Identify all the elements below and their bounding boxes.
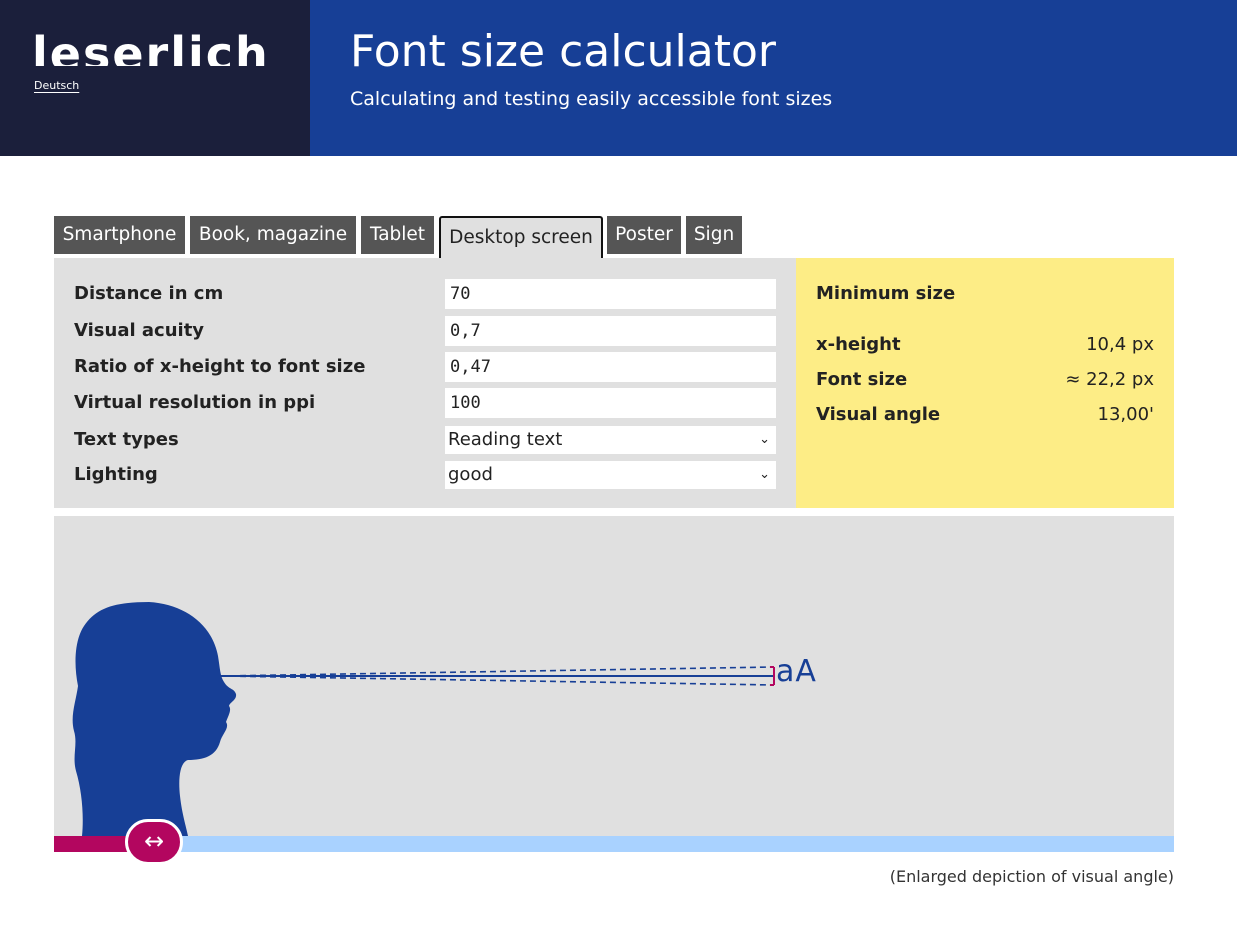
lighting-select[interactable]: good ⌄	[445, 461, 776, 489]
page-header: leserlich Deutsch Font size calculator C…	[0, 0, 1237, 156]
font-size-label: Font size	[816, 369, 908, 390]
resolution-input[interactable]	[445, 388, 776, 418]
x-height-label: x-height	[816, 334, 901, 355]
illustration-caption: (Enlarged depiction of visual angle)	[889, 867, 1174, 886]
text-types-select[interactable]: Reading text ⌄	[445, 426, 776, 454]
chevron-down-icon: ⌄	[759, 432, 770, 447]
tab-tablet[interactable]: Tablet	[361, 216, 434, 254]
tab-poster[interactable]: Poster	[607, 216, 681, 254]
resolution-label: Virtual resolution in ppi	[74, 392, 316, 413]
tab-sign[interactable]: Sign	[686, 216, 742, 254]
lighting-label: Lighting	[74, 464, 158, 485]
text-types-value: Reading text	[448, 429, 563, 450]
distance-slider-track[interactable]	[154, 836, 1174, 852]
distance-label: Distance in cm	[74, 283, 224, 304]
head-silhouette-icon	[72, 602, 237, 836]
lighting-value: good	[448, 464, 493, 485]
x-height-row: x-height 10,4 px	[816, 332, 1154, 358]
result-panel: Minimum size x-height 10,4 px Font size …	[796, 258, 1174, 508]
ratio-input[interactable]	[445, 352, 776, 382]
tab-smartphone[interactable]: Smartphone	[54, 216, 185, 254]
ratio-label: Ratio of x-height to font size	[74, 356, 366, 377]
ratio-row: Ratio of x-height to font size	[74, 351, 776, 383]
page-subtitle: Calculating and testing easily accessibl…	[350, 88, 833, 110]
visual-angle-row: Visual angle 13,00'	[816, 402, 1154, 428]
double-arrow-icon: ↔	[143, 827, 165, 855]
settings-panel: Distance in cm Visual acuity Ratio of x-…	[54, 258, 796, 508]
x-height-value: 10,4 px	[1086, 334, 1154, 355]
acuity-label: Visual acuity	[74, 320, 205, 341]
site-logo[interactable]: leserlich	[32, 22, 270, 66]
acuity-row: Visual acuity	[74, 315, 776, 347]
distance-input[interactable]	[445, 279, 776, 309]
acuity-input[interactable]	[445, 316, 776, 346]
language-link[interactable]: Deutsch	[34, 79, 79, 92]
visual-angle-value: 13,00'	[1097, 404, 1154, 425]
text-types-row: Text types Reading text ⌄	[74, 424, 776, 456]
sample-text: aA	[776, 654, 817, 689]
tab-desktop-screen[interactable]: Desktop screen	[439, 216, 603, 258]
distance-row: Distance in cm	[74, 278, 776, 310]
font-size-row: Font size ≈ 22,2 px	[816, 367, 1154, 393]
sight-line-upper	[219, 666, 775, 677]
illustration-svg	[72, 602, 775, 836]
logo-area: leserlich Deutsch	[0, 0, 310, 156]
resolution-row: Virtual resolution in ppi	[74, 387, 776, 419]
visual-angle-illustration: aA	[54, 516, 1174, 836]
sight-line-lower	[219, 675, 775, 686]
result-heading: Minimum size	[816, 283, 956, 304]
lighting-row: Lighting good ⌄	[74, 459, 776, 491]
distance-slider-handle[interactable]: ↔	[125, 819, 183, 865]
page-title: Font size calculator	[350, 26, 776, 77]
visual-angle-label: Visual angle	[816, 404, 941, 425]
text-types-label: Text types	[74, 429, 179, 450]
font-size-value: ≈ 22,2 px	[1065, 369, 1154, 390]
chevron-down-icon: ⌄	[759, 467, 770, 482]
tab-book-magazine[interactable]: Book, magazine	[190, 216, 356, 254]
